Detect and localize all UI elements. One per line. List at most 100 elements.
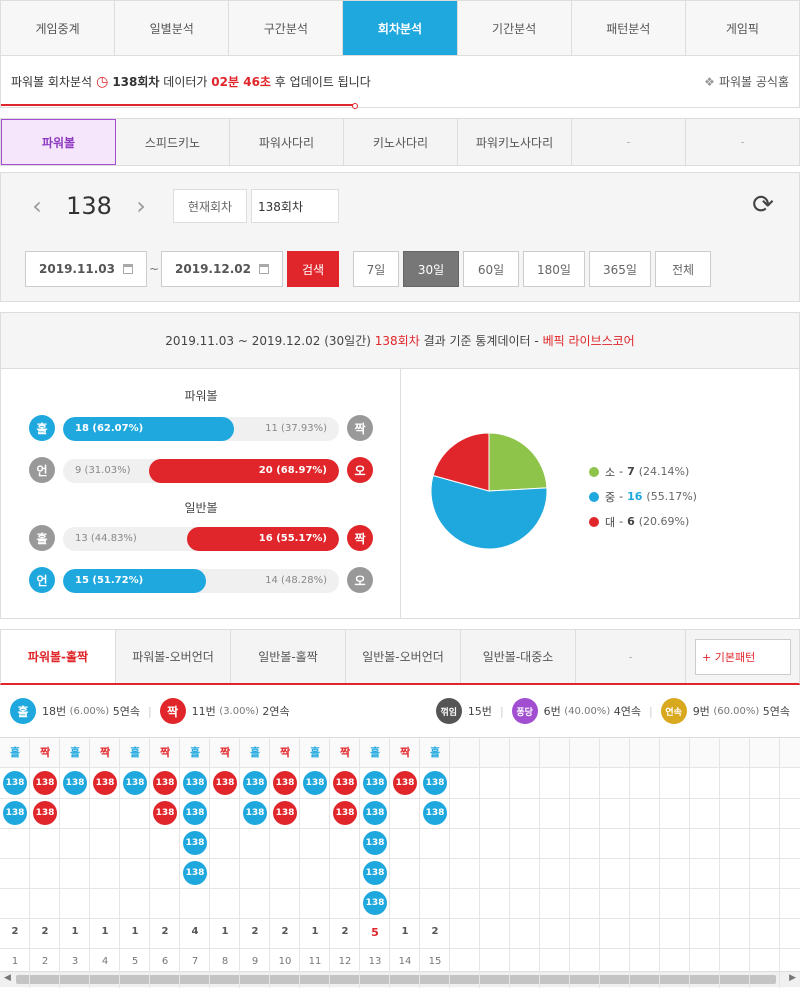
progress-bar [1,104,356,106]
main-nav: 게임중계 일별분석 구간분석 회차분석 기간분석 패턴분석 게임픽 [0,0,800,56]
nav-tab[interactable]: 패턴분석 [572,1,686,55]
period-button[interactable]: 전체 [655,251,711,287]
notice-time: 02분 46초 [211,75,271,89]
left-badge: 홀 [29,525,55,551]
ratio-bar-row: 홀 18 (62.07%) 11 (37.93%) 짝 [29,415,373,443]
nav-tab[interactable]: 기간분석 [458,1,572,55]
period-button[interactable]: 180일 [523,251,585,287]
result-ball: 138 [363,861,387,885]
grid-line [0,798,800,799]
result-ball: 138 [213,771,237,795]
column-type: 짝 [399,746,411,759]
left-value: 15 (51.72%) [75,575,144,586]
game-tab[interactable]: 파워볼 [1,119,116,165]
pie-slice [488,432,548,492]
column-type: 홀 [369,746,381,759]
notice-middle: 데이터가 [163,75,208,89]
column-type: 홀 [69,746,81,759]
pattern-tab[interactable]: 일반볼-홀짝 [231,630,346,683]
nav-tab[interactable]: 일별분석 [115,1,230,55]
period-button[interactable]: 30일 [403,251,459,287]
stats-panel: 2019.11.03 ~ 2019.12.02 (30일간) 138회차 결과 … [0,312,800,619]
ratio-bar-row: 언 9 (31.03%) 20 (68.97%) 오 [29,457,373,485]
date-to-value: 2019.12.02 [175,262,251,276]
pattern-tab[interactable]: 일반볼-오버언더 [346,630,461,683]
result-ball: 138 [243,801,267,825]
nav-tab[interactable]: 게임픽 [686,1,799,55]
game-tab[interactable]: 파워사다리 [230,119,344,165]
period-button[interactable]: 7일 [353,251,399,287]
game-tab[interactable]: - [572,119,686,165]
pattern-tab[interactable]: 일반볼-대중소 [461,630,576,683]
period-button[interactable]: 365일 [589,251,651,287]
grid-column [570,738,600,988]
search-button[interactable]: 검색 [287,251,339,287]
result-ball: 138 [273,801,297,825]
legend-count: 6 [627,515,635,528]
result-ball: 138 [63,771,87,795]
break-count: 15번 [467,705,492,718]
nav-tab[interactable]: 회차분석 [343,1,458,55]
result-ball: 138 [123,771,147,795]
game-tab[interactable]: 파워키노사다리 [458,119,572,165]
pattern-tab[interactable]: 파워볼-오버언더 [116,630,231,683]
legend-pct: (24.14%) [638,465,690,478]
result-ball: 138 [243,771,267,795]
column-type: 짝 [159,746,171,759]
odd-even-stats: 파워볼 일반볼 홀 18 (62.07%) 11 (37.93%) 짝 언 9 (31.0… [1,369,401,618]
legend-pct: (55.17%) [646,490,697,503]
date-separator: ~ [148,262,160,276]
column-type: 짝 [99,746,111,759]
ratio-track: 15 (51.72%) 14 (48.28%) [63,569,339,593]
result-ball: 138 [3,771,27,795]
next-round-button[interactable]: › [129,192,153,220]
result-ball: 138 [93,771,117,795]
game-tab[interactable]: 스피드키노 [116,119,230,165]
period-button[interactable]: 60일 [463,251,519,287]
nav-tab[interactable]: 구간분석 [229,1,344,55]
date-from-field[interactable]: 2019.11.03 [25,251,147,287]
round-selector: ‹ 138 › 현재회차 138회차 ⟳ 2019.11.03 ~ 2019.1… [0,172,800,302]
grid-line [0,828,800,829]
column-type: 홀 [9,746,21,759]
column-count: 2 [161,926,169,937]
column-type: 홀 [429,746,441,759]
official-home-link[interactable]: ❖ 파워볼 공식홈 [704,73,789,90]
calendar-icon [258,264,269,274]
nav-tab[interactable]: 게임중계 [1,1,116,55]
left-badge: 홀 [29,415,55,441]
column-index: 11 [308,956,322,967]
game-tab[interactable]: - [686,119,799,165]
date-from-value: 2019.11.03 [39,262,115,276]
size-pie-chart [430,432,548,550]
column-type: 짝 [39,746,51,759]
stats-mid: 결과 기준 통계데이터 - [423,334,539,348]
column-type: 홀 [309,746,321,759]
game-tab[interactable]: 키노사다리 [344,119,458,165]
pattern-tab[interactable]: 파워볼-홀짝 [1,630,116,683]
result-ball: 138 [363,831,387,855]
legend-item: 소 -7 (24.14%) [589,459,697,484]
right-value: 16 (55.17%) [258,533,327,544]
even-count: 11번 [191,705,216,718]
prev-round-button[interactable]: ‹ [25,192,49,220]
odd-pct: (6.00%) [69,705,110,717]
date-to-field[interactable]: 2019.12.02 [161,251,283,287]
column-count: 4 [191,926,199,937]
result-ball: 138 [363,771,387,795]
column-count: 2 [41,926,49,937]
round-number: 138 [66,192,112,220]
legend-dot [589,466,599,477]
column-count: 1 [311,926,319,937]
current-round-button[interactable]: 현재회차 [173,189,247,223]
pattern-tab[interactable]: - [576,630,686,683]
official-home-label: 파워볼 공식홈 [718,75,789,89]
clock-icon: ◷ [96,73,109,90]
grid-column [690,738,720,988]
odd-icon: 홀 [10,698,36,724]
basic-pattern-button[interactable]: + 기본패턴 [695,639,791,675]
legend-item: 중 -16 (55.17%) [589,484,697,509]
refresh-icon[interactable]: ⟳ [749,191,777,219]
legend-item: 대 -6 (20.69%) [589,509,697,534]
round-input[interactable]: 138회차 [251,189,339,223]
